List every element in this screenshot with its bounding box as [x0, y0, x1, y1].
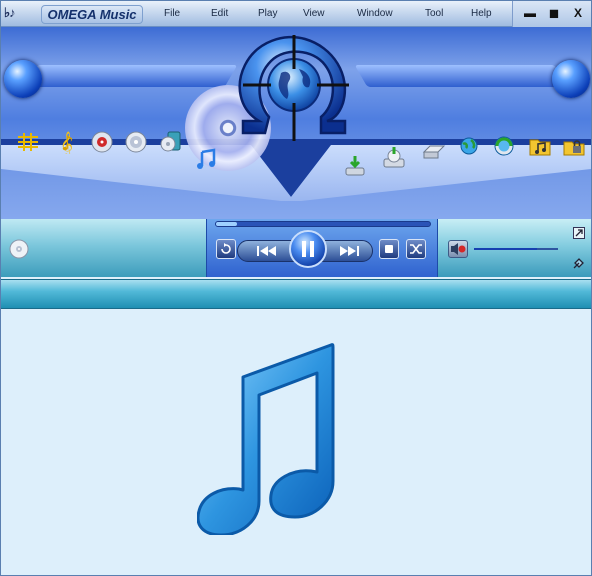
drive-icon[interactable] [421, 137, 447, 163]
treble-clef-icon[interactable]: 𝄞 ♪ [54, 129, 80, 155]
music-notes-logo-icon: ♭♪ [4, 5, 16, 20]
pause-icon [302, 241, 314, 257]
menu-window[interactable]: Window [357, 6, 393, 22]
menu-help[interactable]: Help [471, 6, 492, 22]
menu-tool[interactable]: Tool [425, 6, 443, 22]
disc-icon [9, 239, 29, 259]
import-disc-icon[interactable] [342, 153, 368, 179]
play-pause-button[interactable] [289, 230, 327, 268]
menu-play[interactable]: Play [258, 6, 277, 22]
previous-icon [257, 246, 276, 256]
equalizer-icon[interactable] [15, 129, 41, 155]
previous-button[interactable] [251, 241, 283, 261]
seek-bar[interactable] [215, 221, 431, 227]
globe-sync-icon[interactable] [491, 133, 517, 159]
minimize-button[interactable]: ▬ [521, 5, 539, 21]
title-bar: ♭♪ OMEGA Music File Edit Play View Windo… [1, 1, 591, 27]
banner-stripe-right [354, 65, 568, 87]
omega-globe-logo-icon [238, 35, 349, 141]
shuffle-icon [410, 244, 422, 254]
cd-red-icon[interactable] [89, 129, 115, 155]
maximize-button[interactable]: ◼ [545, 5, 563, 21]
seek-fill [216, 222, 238, 226]
cd-icon[interactable] [123, 129, 149, 155]
app-title: OMEGA Music [41, 5, 143, 24]
music-note-icon [197, 343, 335, 535]
repeat-icon [221, 243, 231, 254]
repeat-button[interactable] [216, 239, 236, 259]
banner-stripe-left [24, 65, 238, 87]
orb-right-icon [552, 60, 590, 98]
stop-icon [385, 245, 393, 253]
banner: 𝄞 ♪ [1, 27, 591, 219]
omega-music-window: ♭♪ OMEGA Music File Edit Play View Windo… [0, 0, 592, 576]
menu-view[interactable]: View [303, 6, 325, 22]
next-icon [340, 246, 359, 256]
volume-slider[interactable] [474, 248, 558, 250]
stop-button[interactable] [379, 239, 399, 259]
mute-button[interactable] [448, 240, 468, 258]
window-controls: ▬ ◼ X [512, 1, 591, 27]
burn-disc-icon[interactable] [381, 145, 407, 171]
close-button[interactable]: X [569, 5, 587, 21]
info-bar [1, 279, 591, 309]
network-globe-icon[interactable] [456, 133, 482, 159]
svg-text:♪: ♪ [61, 131, 74, 154]
expand-icon[interactable] [573, 227, 585, 239]
menu-edit[interactable]: Edit [211, 6, 228, 22]
transport-panel [206, 219, 438, 277]
volume-panel [438, 219, 591, 277]
volume-fill [474, 248, 537, 250]
speaker-mute-icon [451, 243, 466, 255]
orb-left-icon [4, 60, 42, 98]
player-controls [1, 219, 591, 277]
mini-mode-icon[interactable] [573, 257, 585, 269]
now-playing-panel [1, 219, 207, 277]
menu-file[interactable]: File [164, 6, 180, 22]
music-folder-icon[interactable] [527, 133, 553, 159]
shuffle-button[interactable] [406, 239, 426, 259]
music-note-icon[interactable] [193, 147, 219, 173]
content-area [1, 309, 591, 575]
next-button[interactable] [333, 241, 365, 261]
lock-folder-icon[interactable] [561, 133, 587, 159]
cd-mp3-icon[interactable] [158, 129, 184, 155]
